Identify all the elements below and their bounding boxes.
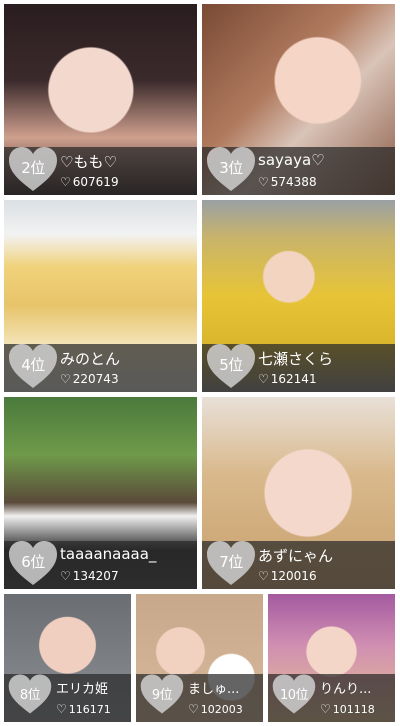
rank-label: 8位: [19, 688, 41, 703]
ranking-card-8[interactable]: 8位 エリカ姫 ♡ 116171: [4, 594, 131, 722]
heart-outline-icon: ♡: [258, 569, 269, 583]
rank-badge: 7位: [205, 539, 257, 587]
username: ♡もも♡: [60, 153, 117, 171]
like-count-row: ♡ 574388: [258, 175, 391, 189]
heart-outline-icon: ♡: [56, 702, 67, 716]
heart-outline-icon: ♡: [258, 175, 269, 189]
like-count: 116171: [68, 703, 111, 716]
card-info-bar: 9位 ましゅ... ♡ 102003: [136, 674, 263, 722]
card-info-bar: 2位 ♡もも♡ ♡ 607619: [4, 147, 197, 195]
heart-outline-icon: ♡: [258, 372, 269, 386]
heart-outline-icon: ♡: [60, 372, 71, 386]
username: taaaanaaaa_: [60, 545, 157, 563]
rank-label: 5位: [219, 356, 243, 374]
like-count-row: ♡ 162141: [258, 372, 391, 386]
like-count: 162141: [270, 372, 317, 386]
like-count: 134207: [72, 569, 119, 583]
like-count-row: ♡ 134207: [60, 569, 193, 583]
username: エリカ姫: [56, 682, 109, 697]
username: みのとん: [60, 350, 121, 368]
card-info-bar: 5位 七瀬さくら ♡ 162141: [202, 344, 395, 392]
card-info-bar: 10位 りんり... ♡ 101118: [268, 674, 395, 722]
card-info-bar: 8位 エリカ姫 ♡ 116171: [4, 674, 131, 722]
like-count-row: ♡ 101118: [320, 702, 391, 716]
username: りんり...: [320, 682, 372, 697]
rank-label: 3位: [219, 159, 243, 177]
like-count: 607619: [72, 175, 119, 189]
ranking-card-2[interactable]: 2位 ♡もも♡ ♡ 607619: [4, 4, 197, 195]
ranking-card-5[interactable]: 5位 七瀬さくら ♡ 162141: [202, 200, 395, 392]
ranking-card-4[interactable]: 4位 みのとん ♡ 220743: [4, 200, 197, 392]
ranking-card-9[interactable]: 9位 ましゅ... ♡ 102003: [136, 594, 263, 722]
rank-badge: 3位: [205, 145, 257, 193]
like-count: 220743: [72, 372, 119, 386]
like-count: 120016: [270, 569, 317, 583]
like-count: 574388: [270, 175, 317, 189]
like-count: 101118: [332, 703, 375, 716]
like-count-row: ♡ 102003: [188, 702, 259, 716]
username: 七瀬さくら: [258, 350, 334, 368]
rank-label: 10位: [279, 688, 309, 703]
rank-badge: 6位: [7, 539, 59, 587]
rank-badge: 2位: [7, 145, 59, 193]
card-info-bar: 3位 sayaya♡ ♡ 574388: [202, 147, 395, 195]
like-count-row: ♡ 116171: [56, 702, 127, 716]
username: sayaya♡: [258, 151, 325, 169]
like-count-row: ♡ 220743: [60, 372, 193, 386]
rank-badge: 10位: [271, 672, 317, 720]
ranking-card-3[interactable]: 3位 sayaya♡ ♡ 574388: [202, 4, 395, 195]
ranking-card-7[interactable]: 7位 あずにゃん ♡ 120016: [202, 397, 395, 589]
like-count: 102003: [200, 703, 243, 716]
ranking-card-10[interactable]: 10位 りんり... ♡ 101118: [268, 594, 395, 722]
ranking-card-6[interactable]: 6位 taaaanaaaa_ ♡ 134207: [4, 397, 197, 589]
rank-badge: 5位: [205, 342, 257, 390]
heart-outline-icon: ♡: [320, 702, 331, 716]
card-info-bar: 7位 あずにゃん ♡ 120016: [202, 541, 395, 589]
username: ましゅ...: [188, 682, 240, 697]
like-count-row: ♡ 120016: [258, 569, 391, 583]
heart-outline-icon: ♡: [60, 175, 71, 189]
rank-label: 4位: [21, 356, 45, 374]
rank-badge: 4位: [7, 342, 59, 390]
heart-outline-icon: ♡: [188, 702, 199, 716]
card-info-bar: 4位 みのとん ♡ 220743: [4, 344, 197, 392]
heart-outline-icon: ♡: [60, 569, 71, 583]
card-info-bar: 6位 taaaanaaaa_ ♡ 134207: [4, 541, 197, 589]
username: あずにゃん: [258, 547, 334, 565]
rank-badge: 9位: [139, 672, 185, 720]
rank-label: 9位: [151, 688, 173, 703]
rank-badge: 8位: [7, 672, 53, 720]
rank-label: 2位: [21, 159, 45, 177]
like-count-row: ♡ 607619: [60, 175, 193, 189]
rank-label: 6位: [21, 553, 45, 571]
rank-label: 7位: [219, 553, 243, 571]
